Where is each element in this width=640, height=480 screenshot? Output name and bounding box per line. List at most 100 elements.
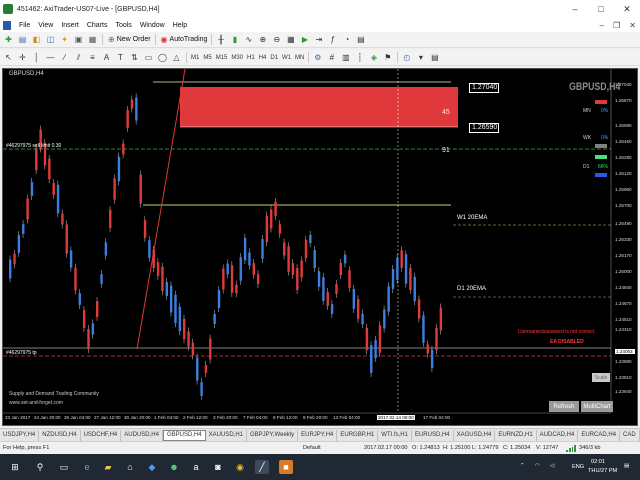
indicators-icon[interactable]: ƒ	[327, 34, 338, 46]
status-profile[interactable]: Default	[303, 445, 321, 451]
periods-icon[interactable]: ◔	[341, 34, 352, 46]
data-window-icon[interactable]: ◫	[45, 34, 56, 46]
timeframe-m30[interactable]: M30	[231, 55, 243, 61]
candlestick-icon[interactable]: ▮	[229, 34, 240, 46]
menu-insert[interactable]: Insert	[61, 22, 79, 29]
new-order-button[interactable]: ⊕ New Order	[108, 34, 151, 46]
chart-window[interactable]: GBPUSD,H4 GBPUSD,H4 MN 0% WK 0% D1 66% 4…	[2, 68, 638, 426]
autoscroll-icon[interactable]: ▶	[299, 34, 310, 46]
tab-xauusd-h1[interactable]: XAUUSD,H1	[206, 429, 247, 441]
price-chart[interactable]	[3, 69, 637, 425]
vertical-line-icon[interactable]: │	[31, 52, 42, 64]
menu-file[interactable]: File	[19, 22, 30, 29]
camera-app-icon[interactable]: ◙	[211, 460, 225, 474]
arrows-icon[interactable]: ⇅	[129, 52, 140, 64]
period-separator-icon[interactable]: ┆	[354, 52, 365, 64]
clock-date[interactable]: THU/27 PM	[588, 468, 617, 474]
app-orange-icon[interactable]: ■	[279, 460, 293, 474]
tab-eurnzd-h1[interactable]: EURNZD,H1	[495, 429, 537, 441]
timeframe-m15[interactable]: M15	[216, 55, 228, 61]
refresh-button[interactable]: Refresh	[549, 401, 579, 412]
fibonacci-icon[interactable]: ≡	[87, 52, 98, 64]
tab-usdjpy-h4[interactable]: USDJPY,H4	[0, 429, 40, 441]
amazon-icon[interactable]: a	[189, 460, 203, 474]
menu-charts[interactable]: Charts	[87, 22, 108, 29]
triangle-icon[interactable]: △	[171, 52, 182, 64]
chart-shift-icon[interactable]: ⇥	[313, 34, 324, 46]
timeframe-m1[interactable]: M1	[191, 55, 199, 61]
tab-audusd-h4[interactable]: AUDUSD,H4	[121, 429, 163, 441]
menu-window[interactable]: Window	[140, 22, 165, 29]
mdi-restore-button[interactable]: ❐	[613, 21, 620, 30]
tab-xagusd-h4[interactable]: XAGUSD,H4	[454, 429, 496, 441]
dropdown-icon[interactable]: ▾	[415, 52, 426, 64]
tab-eurusd-h4[interactable]: EURUSD,H4	[412, 429, 454, 441]
maximize-button[interactable]: □	[588, 0, 614, 18]
tab-audcad-h4[interactable]: AUDCAD,H4	[537, 429, 579, 441]
text-tool-icon[interactable]: A	[101, 52, 112, 64]
terminal-icon[interactable]: ▣	[73, 34, 84, 46]
rectangle-icon[interactable]: ▭	[143, 52, 154, 64]
windows-start-icon[interactable]: ⊞	[8, 460, 22, 474]
new-chart-icon[interactable]: ✚	[3, 34, 14, 46]
trendline-icon[interactable]: ⁄	[59, 52, 70, 64]
horizontal-line-icon[interactable]: —	[45, 52, 56, 64]
tab-eurcad-h4[interactable]: EURCAD,H4	[578, 429, 621, 441]
scale-button[interactable]: Scale	[592, 373, 610, 382]
menu-view[interactable]: View	[38, 22, 53, 29]
timeframe-m5[interactable]: M5	[203, 55, 211, 61]
mdi-close-button[interactable]: ✕	[629, 21, 636, 30]
tab-eurgbp-h1[interactable]: EURGBP,H1	[337, 429, 379, 441]
timeframe-mn[interactable]: MN	[295, 55, 304, 61]
mdi-minimize-button[interactable]: –	[600, 21, 604, 30]
tab-cad[interactable]: CAD	[620, 429, 640, 441]
volumes-icon[interactable]: ▥	[340, 52, 351, 64]
tab-gbpusd-h4[interactable]: GBPUSD,H4	[162, 429, 206, 441]
crosshair-icon[interactable]: ✛	[17, 52, 28, 64]
tray-chevron-icon[interactable]: ⌃	[520, 463, 525, 469]
timeframe-w1[interactable]: W1	[282, 55, 291, 61]
zoom-in-icon[interactable]: ⊕	[257, 34, 268, 46]
edge-browser-icon[interactable]: e	[80, 460, 94, 474]
tab-eurjpy-h4[interactable]: EURJPY,H4	[298, 429, 338, 441]
search-icon[interactable]: ⚲	[33, 460, 47, 474]
text-label-icon[interactable]: T	[115, 52, 126, 64]
menu-tools[interactable]: Tools	[115, 22, 131, 29]
market-watch-icon[interactable]: ◧	[31, 34, 42, 46]
ellipse-icon[interactable]: ◯	[157, 52, 168, 64]
tile-windows-icon[interactable]: ▦	[285, 34, 296, 46]
clock-time[interactable]: 02:01	[591, 459, 605, 465]
bar-chart-icon[interactable]: ╫	[215, 34, 226, 46]
timeframe-h1[interactable]: H1	[247, 55, 255, 61]
history-center-icon[interactable]: ◴	[401, 52, 412, 64]
keyboard-language[interactable]: ENG	[572, 464, 584, 470]
wifi-icon[interactable]: ◠	[535, 463, 540, 469]
app-green-icon[interactable]: ☻	[167, 460, 181, 474]
volume-icon[interactable]: ◁	[550, 463, 554, 469]
templates-icon[interactable]: ▤	[355, 34, 366, 46]
autotrading-button[interactable]: ◉ AutoTrading	[161, 34, 208, 46]
navigator-icon[interactable]: ✦	[59, 34, 70, 46]
tab-gbpjpy-weekly[interactable]: GBPJPY,Weekly	[247, 429, 299, 441]
close-button[interactable]: ✕	[614, 0, 640, 18]
multichart-button[interactable]: MultiChart	[581, 401, 613, 412]
tab-usdchf-h4[interactable]: USDCHF,H4	[81, 429, 122, 441]
chrome-icon[interactable]: ◉	[233, 460, 247, 474]
minimize-button[interactable]: –	[562, 0, 588, 18]
chart-settings-icon[interactable]: ⚙	[312, 52, 323, 64]
tab-wti-h1[interactable]: WTI.fs,H1	[378, 429, 412, 441]
expert-properties-icon[interactable]: ◈	[368, 52, 379, 64]
equidistant-channel-icon[interactable]: ⫽	[73, 52, 84, 64]
options-icon[interactable]: ▤	[429, 52, 440, 64]
profiles-icon[interactable]: ▤	[17, 34, 28, 46]
tab-nzdusd-h4[interactable]: NZDUSD,H4	[39, 429, 81, 441]
zoom-out-icon[interactable]: ⊖	[271, 34, 282, 46]
metatrader-taskbar-icon[interactable]: ╱	[255, 460, 269, 474]
notifications-icon[interactable]: ▤	[624, 463, 629, 469]
menu-help[interactable]: Help	[173, 22, 187, 29]
timeframe-h4[interactable]: H4	[259, 55, 267, 61]
store-icon[interactable]: ⌂	[123, 460, 137, 474]
grid-icon[interactable]: #	[326, 52, 337, 64]
dropbox-icon[interactable]: ◆	[145, 460, 159, 474]
file-explorer-icon[interactable]: ▰	[101, 460, 115, 474]
